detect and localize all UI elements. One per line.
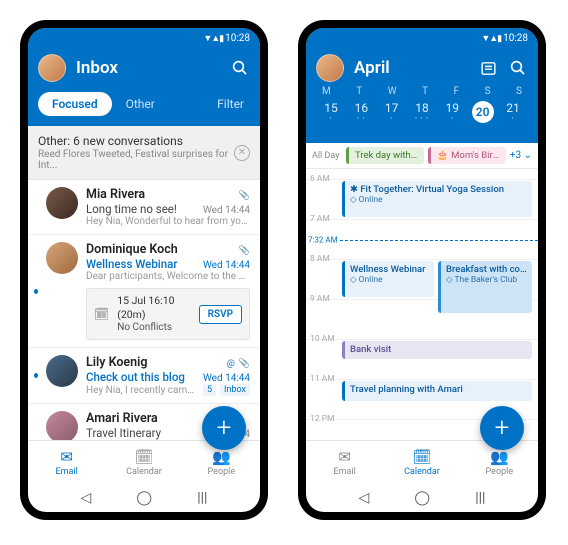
event-card: 🗓 15 Jul 16:10 (20m)No Conflicts RSVP [86, 288, 250, 340]
agenda-icon[interactable] [478, 58, 498, 78]
calendar-screen: ▼▲▮ 10:28 April MTWTFSS 15• 16• • 17• [306, 28, 538, 512]
tab-focused[interactable]: Focused [38, 92, 112, 116]
date-cell[interactable]: 17• [379, 101, 405, 123]
calendar-icon: 🗓 [134, 448, 153, 466]
status-bar: ▼▲▮ 10:28 [306, 28, 538, 48]
allday-event[interactable]: 🎂 Mom's Birthd... [428, 147, 506, 164]
subject: Check out this blog [86, 370, 203, 384]
nav-calendar[interactable]: 🗓Calendar [105, 441, 182, 484]
sender-name: Mia Rivera [86, 187, 235, 202]
close-icon[interactable]: ✕ [234, 145, 250, 161]
allday-more[interactable]: +3 ⌄ [510, 150, 532, 161]
sender-avatar [46, 242, 78, 274]
event[interactable]: Wellness Webinar◇ Online [342, 261, 434, 297]
email-list[interactable]: Mia Rivera📎 Long time no see!Wed 14:44 H… [28, 180, 260, 440]
weekday-row: MTWTFSS [316, 82, 528, 97]
allday-row: All Day Trek day with fa... 🎂 Mom's Birt… [306, 143, 538, 169]
android-nav-bar: ◁ ◯ ||| [28, 484, 260, 512]
date-cell[interactable]: 16• • [348, 101, 374, 123]
nav-email[interactable]: ✉Email [28, 441, 105, 484]
timeline[interactable]: 6 AM 7 AM 8 AM 9 AM 10 AM 11 AM 12 PM 7:… [306, 169, 538, 440]
nav-email[interactable]: ✉Email [306, 441, 383, 484]
inbox-header: Inbox Focused Other Filter [28, 48, 260, 126]
other-title: Other: 6 new conversations [38, 134, 234, 148]
attachment-icon: 📎 [239, 191, 250, 201]
email-item[interactable]: Dominique Koch 📎 Wellness WebinarWed 14:4… [28, 235, 260, 348]
event[interactable]: Bank visit [342, 341, 532, 359]
preview: Hey Nia, I recently came across this... [86, 385, 199, 396]
other-banner[interactable]: Other: 6 new conversations Reed Flores T… [28, 126, 260, 180]
home-button[interactable]: ◯ [414, 490, 430, 506]
calendar-header: April MTWTFSS 15• 16• • 17• 18• • • 19• … [306, 48, 538, 143]
search-icon[interactable] [230, 58, 250, 78]
sender-avatar [46, 187, 78, 219]
status-icons: ▼▲▮ [481, 33, 501, 44]
filter-button[interactable]: Filter [217, 97, 250, 111]
phone-left: ▼▲▮ 10:28 Inbox Focused Other Filter Oth… [20, 20, 268, 520]
sender-avatar [46, 411, 78, 440]
sender-name: Lily Koenig [86, 355, 223, 370]
subject: Travel Itinerary [86, 426, 203, 440]
sender-avatar [46, 355, 78, 387]
inbox-title: Inbox [76, 58, 220, 78]
attachment-icon: 📎 [239, 246, 250, 256]
recents-button[interactable]: ||| [197, 490, 207, 506]
date-cell[interactable]: 18• • • [409, 101, 435, 123]
time: Wed 14:44 [203, 260, 250, 271]
allday-label: All Day [312, 151, 342, 161]
compose-fab[interactable]: + [202, 406, 246, 450]
date-cell-selected[interactable]: 20 [470, 101, 496, 123]
other-sub: Reed Flores Tweeted, Festival surprises … [38, 149, 234, 171]
attachment-icon: 📎 [239, 359, 250, 369]
phone-right: ▼▲▮ 10:28 April MTWTFSS 15• 16• • 17• [298, 20, 546, 520]
time: Wed 14:44 [203, 205, 250, 216]
nav-calendar[interactable]: 🗓Calendar [383, 441, 460, 484]
avatar[interactable] [38, 54, 66, 82]
people-icon: 👥 [490, 448, 509, 466]
tab-other[interactable]: Other [112, 92, 169, 116]
status-time: 10:28 [503, 33, 528, 44]
home-button[interactable]: ◯ [136, 490, 152, 506]
subject: Wellness Webinar [86, 257, 203, 271]
subject: Long time no see! [86, 202, 203, 216]
current-time-line [340, 240, 538, 241]
allday-event[interactable]: Trek day with fa... [346, 147, 424, 164]
date-row[interactable]: 15• 16• • 17• 18• • • 19• 20 21• [316, 97, 528, 133]
status-icons: ▼▲▮ [203, 33, 223, 44]
date-cell[interactable]: 15• [318, 101, 344, 123]
preview: Hey Nia, Wonderful to hear from you afte… [86, 216, 250, 227]
preview: Dear participants, Welcome to the new we… [86, 271, 250, 282]
date-cell[interactable]: 19• [439, 101, 465, 123]
calendar-icon: 🗓 [412, 448, 431, 466]
people-icon: 👥 [212, 448, 231, 466]
event[interactable]: ✱ Fit Together: Virtual Yoga Session◇ On… [342, 181, 532, 217]
current-time-label: 7:32 AM [308, 236, 338, 245]
email-screen: ▼▲▮ 10:28 Inbox Focused Other Filter Oth… [28, 28, 260, 512]
search-icon[interactable] [508, 58, 528, 78]
status-time: 10:28 [225, 33, 250, 44]
count-badge: 5 [203, 384, 216, 396]
avatar[interactable] [316, 54, 344, 82]
mail-icon: ✉ [338, 448, 351, 466]
recents-button[interactable]: ||| [475, 490, 485, 506]
new-event-fab[interactable]: + [480, 406, 524, 450]
mail-icon: ✉ [60, 448, 73, 466]
folder-badge: Inbox [220, 384, 250, 396]
mention-icon: @ [227, 359, 235, 369]
sender-name: Dominique Koch [86, 242, 235, 257]
email-item[interactable]: Mia Rivera 📎 Long time no see!Wed 14:44 H… [28, 180, 260, 235]
email-item[interactable]: Lily Koenig @ 📎 Check out this blogWed 14:… [28, 348, 260, 404]
date-cell[interactable]: 21• [500, 101, 526, 123]
month-title[interactable]: April [354, 58, 468, 78]
time: Wed 14:44 [203, 373, 250, 384]
event[interactable]: Breakfast with cous...◇ The Baker's Club [438, 261, 532, 313]
back-button[interactable]: ◁ [81, 490, 92, 506]
status-bar: ▼▲▮ 10:28 [28, 28, 260, 48]
calendar-icon: 🗓 [94, 307, 109, 321]
event[interactable]: Travel planning with Amari [342, 381, 532, 401]
back-button[interactable]: ◁ [359, 490, 370, 506]
rsvp-button[interactable]: RSVP [199, 305, 242, 324]
android-nav-bar: ◁ ◯ ||| [306, 484, 538, 512]
